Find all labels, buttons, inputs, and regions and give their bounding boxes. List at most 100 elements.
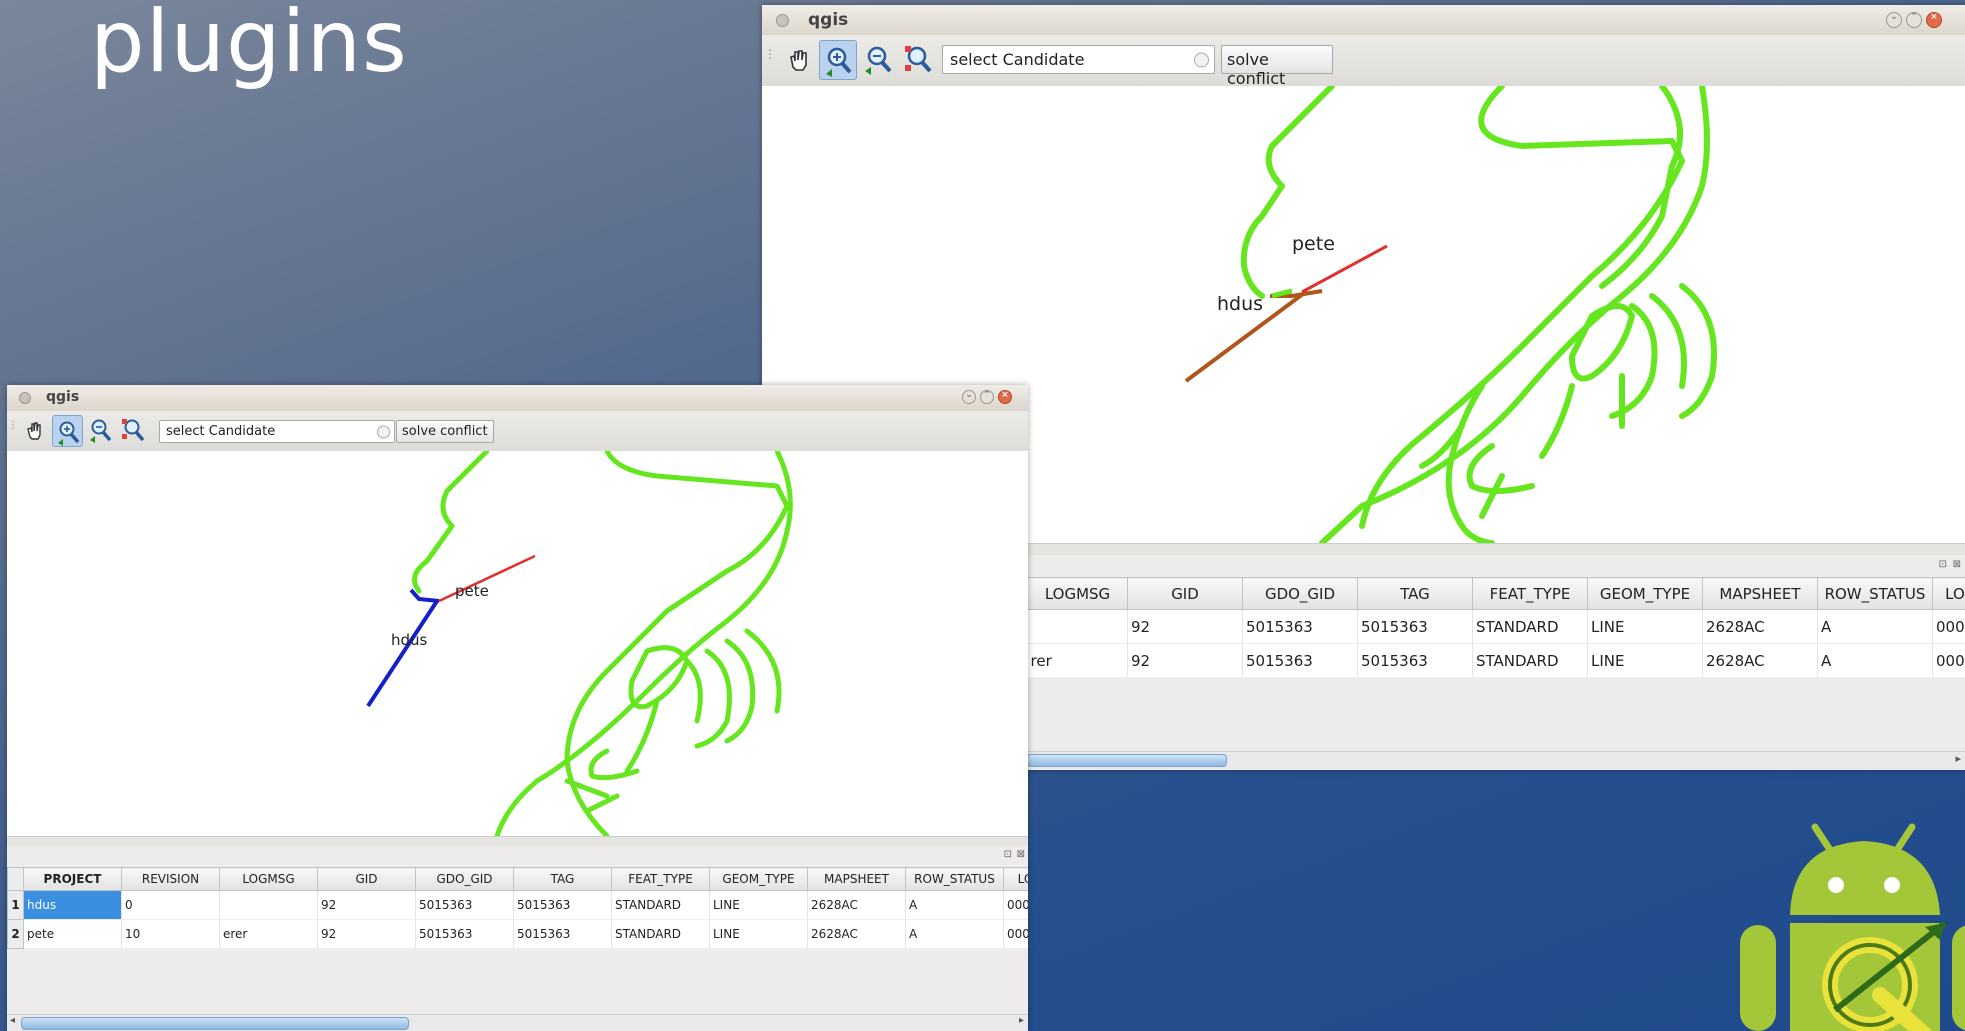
close-icon[interactable]: ×: [1926, 12, 1942, 28]
zoom-in-icon[interactable]: [819, 40, 857, 80]
dock-close-icon[interactable]: ⊠: [1953, 559, 1961, 570]
table-cell[interactable]: hdus: [23, 890, 122, 920]
front-map-canvas[interactable]: pete hdus: [7, 451, 1028, 836]
column-header[interactable]: PROJECT: [23, 867, 122, 891]
dock-close-icon[interactable]: ⊠: [1017, 849, 1025, 860]
dock-float-icon[interactable]: ⊡: [1004, 849, 1012, 860]
dock-float-icon[interactable]: ⊡: [1939, 559, 1947, 570]
pan-icon[interactable]: [782, 43, 816, 77]
column-header[interactable]: LOGMSG: [1027, 577, 1128, 610]
table-cell[interactable]: 92: [1127, 609, 1243, 644]
column-header[interactable]: MAPSHEET: [1702, 577, 1818, 610]
column-header[interactable]: LO: [1932, 577, 1965, 610]
close-icon[interactable]: ×: [998, 390, 1012, 404]
column-header[interactable]: LO: [1003, 867, 1028, 891]
column-header[interactable]: REVISION: [121, 867, 220, 891]
scrollbar-thumb[interactable]: [1027, 754, 1227, 767]
table-cell[interactable]: 92: [317, 919, 416, 949]
table-cell[interactable]: 000: [1003, 890, 1028, 920]
table-cell[interactable]: A: [1817, 643, 1933, 678]
table-cell[interactable]: 0: [121, 890, 220, 920]
window-menu-icon[interactable]: [776, 14, 789, 27]
table-cell[interactable]: LINE: [1587, 643, 1703, 678]
zoom-out-icon[interactable]: [87, 415, 115, 447]
table-cell[interactable]: 92: [1127, 643, 1243, 678]
zoom-full-icon[interactable]: [902, 41, 936, 79]
table-row[interactable]: 92 5015363 5015363 STANDARD LINE 2628AC …: [1027, 609, 1965, 644]
candidate-select[interactable]: select Candidate: [942, 45, 1215, 74]
table-cell[interactable]: 5015363: [415, 919, 514, 949]
table-cell[interactable]: 5015363: [513, 919, 612, 949]
table-cell[interactable]: LINE: [1587, 609, 1703, 644]
zoom-out-icon[interactable]: [862, 41, 896, 79]
maximize-icon[interactable]: ⌃: [980, 390, 994, 404]
column-header[interactable]: GEOM_TYPE: [1587, 577, 1703, 610]
column-header[interactable]: TAG: [513, 867, 612, 891]
table-row[interactable]: 1 hdus 0 92 5015363 5015363 STANDARD LIN…: [7, 890, 1028, 920]
table-cell[interactable]: A: [1817, 609, 1933, 644]
table-row[interactable]: 2 pete 10 erer 92 5015363 5015363 STANDA…: [7, 919, 1028, 949]
table-cell[interactable]: LINE: [709, 919, 808, 949]
table-cell[interactable]: STANDARD: [611, 890, 710, 920]
minimize-icon[interactable]: ⌄: [1886, 12, 1902, 28]
column-header[interactable]: GEOM_TYPE: [709, 867, 808, 891]
window-menu-icon[interactable]: [19, 392, 31, 404]
table-cell[interactable]: 000: [1932, 643, 1965, 678]
column-header[interactable]: MAPSHEET: [807, 867, 906, 891]
maximize-icon[interactable]: ⌃: [1906, 12, 1922, 28]
table-cell[interactable]: 5015363: [1357, 643, 1473, 678]
column-header[interactable]: GDO_GID: [1242, 577, 1358, 610]
scroll-left-icon[interactable]: ◂: [10, 1015, 15, 1026]
zoom-full-icon[interactable]: [120, 415, 148, 447]
front-horizontal-scrollbar[interactable]: ◂ ▸: [7, 1014, 1028, 1031]
table-corner[interactable]: [7, 867, 24, 891]
table-cell[interactable]: 5015363: [513, 890, 612, 920]
row-header[interactable]: 2: [7, 919, 24, 949]
column-header[interactable]: GDO_GID: [415, 867, 514, 891]
table-cell[interactable]: 5015363: [1242, 609, 1358, 644]
column-header[interactable]: GID: [317, 867, 416, 891]
column-header[interactable]: FEAT_TYPE: [611, 867, 710, 891]
table-cell[interactable]: STANDARD: [611, 919, 710, 949]
table-cell[interactable]: [1027, 609, 1128, 644]
table-cell[interactable]: A: [905, 890, 1004, 920]
solve-conflict-button[interactable]: solve conflict: [396, 420, 494, 443]
column-header[interactable]: TAG: [1357, 577, 1473, 610]
table-cell[interactable]: 2628AC: [807, 919, 906, 949]
table-cell[interactable]: 2628AC: [807, 890, 906, 920]
toolbar-grip-icon[interactable]: ⋮: [764, 47, 776, 61]
table-cell[interactable]: STANDARD: [1472, 643, 1588, 678]
column-header[interactable]: ROW_STATUS: [1817, 577, 1933, 610]
minimize-icon[interactable]: ⌄: [962, 390, 976, 404]
back-horizontal-scrollbar[interactable]: ▸: [1027, 751, 1965, 769]
pan-icon[interactable]: [21, 417, 49, 445]
table-cell[interactable]: 000: [1932, 609, 1965, 644]
table-cell[interactable]: 92: [317, 890, 416, 920]
table-cell[interactable]: 000: [1003, 919, 1028, 949]
table-cell[interactable]: STANDARD: [1472, 609, 1588, 644]
table-cell[interactable]: 2628AC: [1702, 609, 1818, 644]
column-header[interactable]: LOGMSG: [219, 867, 318, 891]
table-cell[interactable]: erer: [219, 919, 318, 949]
table-cell[interactable]: 5015363: [1357, 609, 1473, 644]
table-cell[interactable]: [219, 890, 318, 920]
scroll-right-icon[interactable]: ▸: [1955, 752, 1961, 765]
table-cell[interactable]: A: [905, 919, 1004, 949]
row-header[interactable]: 1: [7, 890, 24, 920]
table-cell[interactable]: 2628AC: [1702, 643, 1818, 678]
table-cell[interactable]: pete: [23, 919, 122, 949]
table-cell[interactable]: LINE: [709, 890, 808, 920]
candidate-select[interactable]: select Candidate: [159, 420, 395, 443]
table-cell[interactable]: 5015363: [1242, 643, 1358, 678]
scrollbar-thumb[interactable]: [21, 1017, 409, 1030]
solve-conflict-button[interactable]: solve conflict: [1221, 45, 1333, 88]
column-header[interactable]: GID: [1127, 577, 1243, 610]
column-header[interactable]: ROW_STATUS: [905, 867, 1004, 891]
zoom-in-icon[interactable]: [52, 415, 83, 447]
table-row[interactable]: rer 92 5015363 5015363 STANDARD LINE 262…: [1027, 643, 1965, 678]
toolbar-grip-icon[interactable]: ⋮: [8, 420, 18, 431]
table-cell[interactable]: rer: [1027, 643, 1128, 678]
table-cell[interactable]: 10: [121, 919, 220, 949]
table-cell[interactable]: 5015363: [415, 890, 514, 920]
scroll-right-icon[interactable]: ▸: [1019, 1015, 1024, 1026]
